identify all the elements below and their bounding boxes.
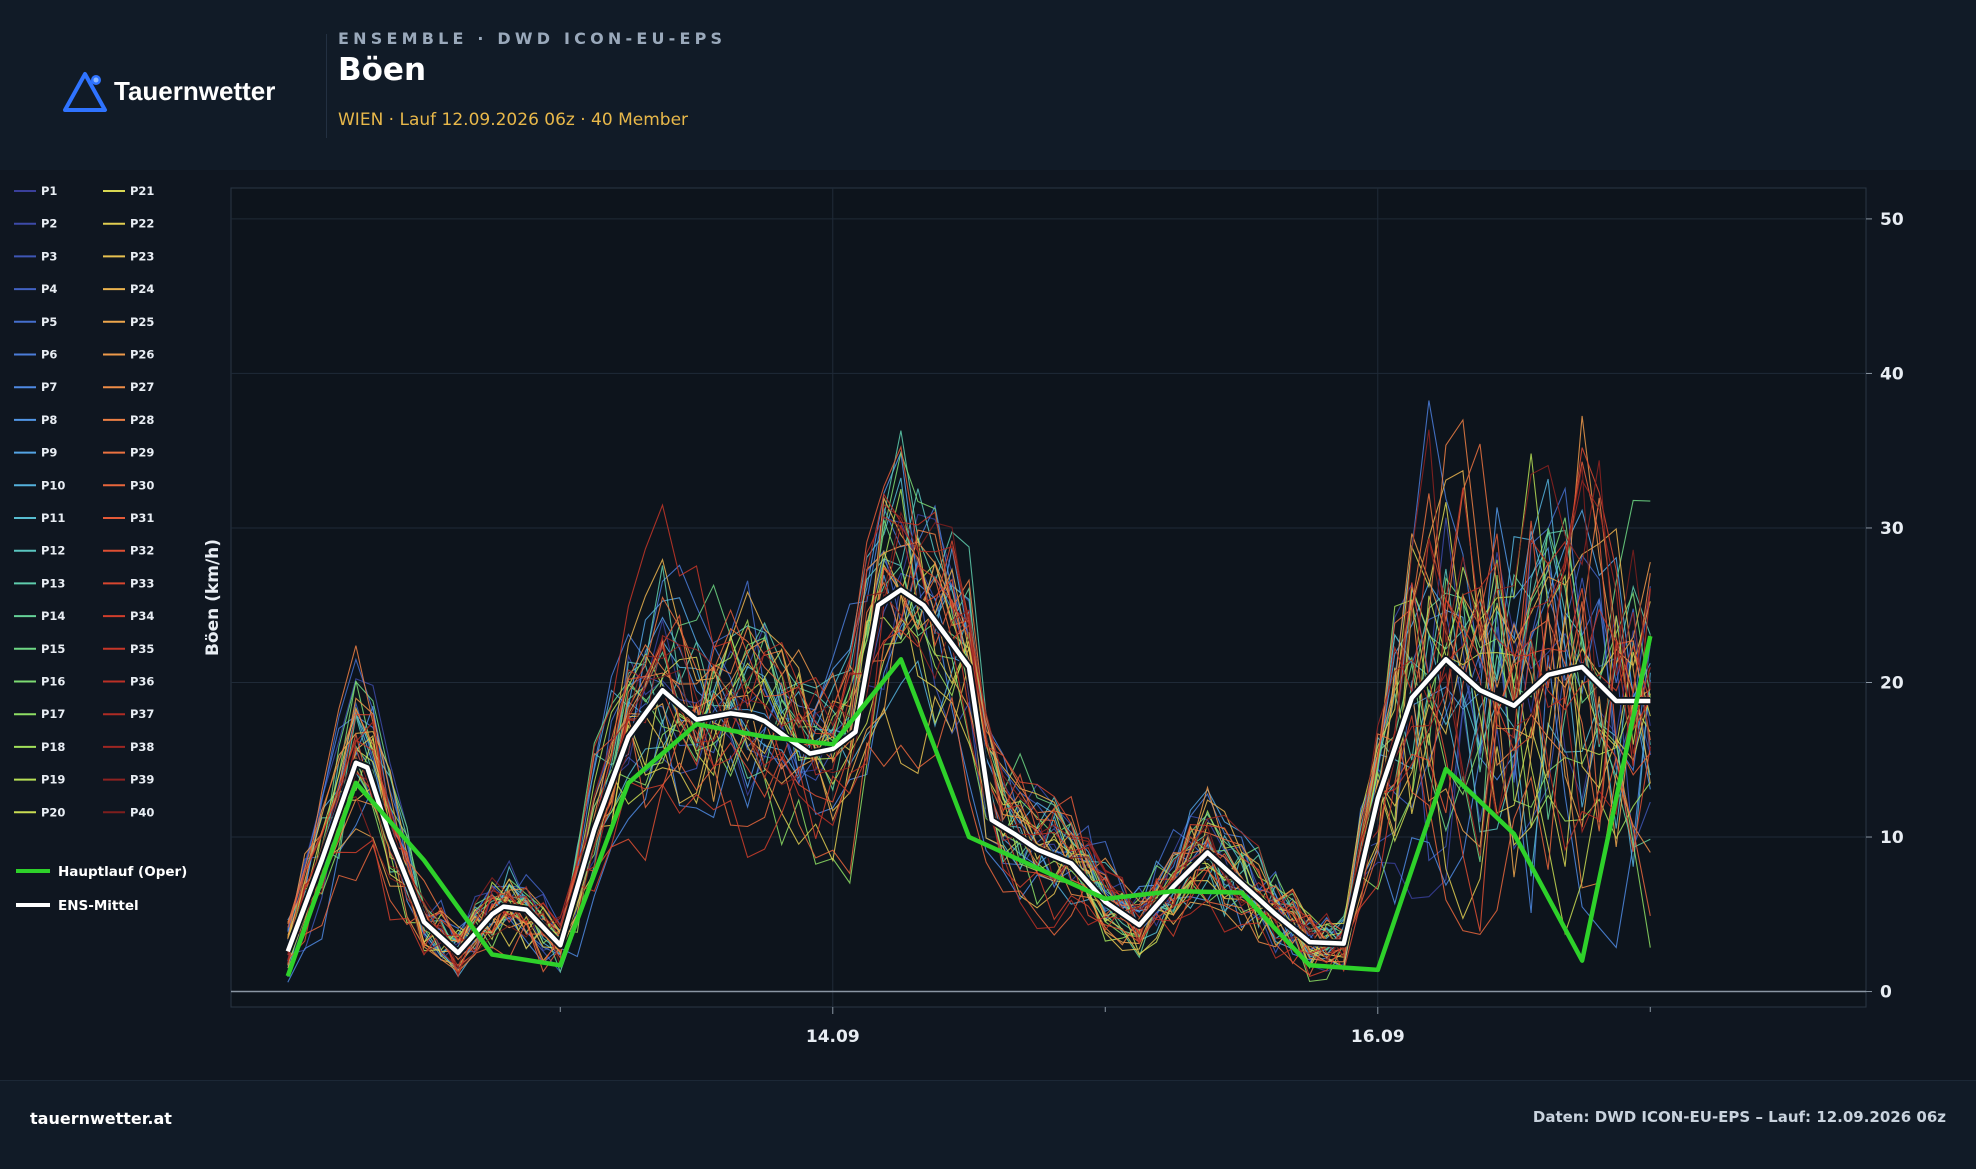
legend-label-P25: P25: [130, 315, 154, 329]
legend-label-P12: P12: [41, 544, 65, 558]
legend-label-P16: P16: [41, 675, 65, 689]
legend-label-P40: P40: [130, 805, 154, 819]
legend-label-P1: P1: [41, 184, 57, 198]
legend-label-P13: P13: [41, 576, 65, 590]
y-tick-label: 0: [1880, 983, 1892, 1003]
legend-label-P4: P4: [41, 282, 57, 296]
legend-label-P29: P29: [130, 446, 154, 460]
legend-label-P22: P22: [130, 217, 154, 231]
legend-label-P20: P20: [41, 805, 65, 819]
footer-site[interactable]: tauernwetter.at: [30, 1109, 172, 1128]
legend-label-P38: P38: [130, 740, 154, 754]
legend-label-P7: P7: [41, 380, 57, 394]
legend-label-P6: P6: [41, 348, 57, 362]
legend-label-P3: P3: [41, 249, 57, 263]
legend-label-P10: P10: [41, 478, 65, 492]
header-divider: [326, 34, 327, 138]
header-bar: Tauernwetter ENSEMBLE · DWD ICON-EU-EPS …: [0, 0, 1976, 170]
legend-label-P33: P33: [130, 576, 154, 590]
y-tick-label: 20: [1880, 673, 1904, 693]
legend-label-P15: P15: [41, 642, 65, 656]
x-tick-label: 14.09: [806, 1027, 860, 1047]
triangle-logo-icon: [63, 72, 107, 112]
y-tick-label: 40: [1880, 364, 1904, 384]
legend-label-P26: P26: [130, 348, 154, 362]
legend-label-P17: P17: [41, 707, 65, 721]
legend-label-P31: P31: [130, 511, 154, 525]
legend-label-P8: P8: [41, 413, 57, 427]
legend-label-P9: P9: [41, 446, 57, 460]
run-subtitle: WIEN · Lauf 12.09.2026 06z · 40 Member: [338, 110, 689, 130]
legend-label-P21: P21: [130, 184, 154, 198]
legend-label-P35: P35: [130, 642, 154, 656]
legend-label-P39: P39: [130, 773, 154, 787]
y-tick-label: 10: [1880, 828, 1904, 848]
legend-label-P27: P27: [130, 380, 154, 394]
page-title: Böen: [338, 52, 427, 88]
legend-label-P19: P19: [41, 773, 65, 787]
y-tick-label: 30: [1880, 519, 1904, 539]
legend-label-P36: P36: [130, 675, 154, 689]
legend-label-P23: P23: [130, 249, 154, 263]
legend-label-operational: Hauptlauf (Oper): [58, 864, 187, 880]
legend-label-P5: P5: [41, 315, 57, 329]
legend-label-P28: P28: [130, 413, 154, 427]
chart-legend: P1 P2 P3 P4 P5 P6 P7 P8 P9 P10 P11 P12 P13 P14 P15 P16 P…: [14, 184, 187, 914]
footer-bar: tauernwetter.at Daten: DWD ICON-EU-EPS –…: [0, 1080, 1976, 1169]
header-kicker: ENSEMBLE · DWD ICON-EU-EPS: [338, 29, 727, 48]
brand-name: Tauernwetter: [114, 75, 276, 106]
footer-source: Daten: DWD ICON-EU-EPS – Lauf: 12.09.202…: [1532, 1108, 1946, 1126]
brand-logo[interactable]: Tauernwetter: [60, 66, 275, 116]
legend-label-P34: P34: [130, 609, 154, 623]
y-axis-label: Böen (km/h): [203, 539, 223, 656]
legend-label-P18: P18: [41, 740, 65, 754]
y-tick-label: 50: [1880, 210, 1904, 230]
legend-label-P37: P37: [130, 707, 154, 721]
legend-label-P14: P14: [41, 609, 65, 623]
legend-label-P24: P24: [130, 282, 154, 296]
x-tick-label: 16.09: [1351, 1027, 1405, 1047]
legend-label-P32: P32: [130, 544, 154, 558]
ensemble-chart: 0 10 20 30 40 50 14.09 16.09 Böen (km/h) P1 P2 P3 P4…: [14, 184, 1904, 1047]
legend-label-P11: P11: [41, 511, 65, 525]
legend-label-mean: ENS-Mittel: [58, 898, 139, 914]
legend-label-P30: P30: [130, 478, 154, 492]
legend-label-P2: P2: [41, 217, 57, 231]
